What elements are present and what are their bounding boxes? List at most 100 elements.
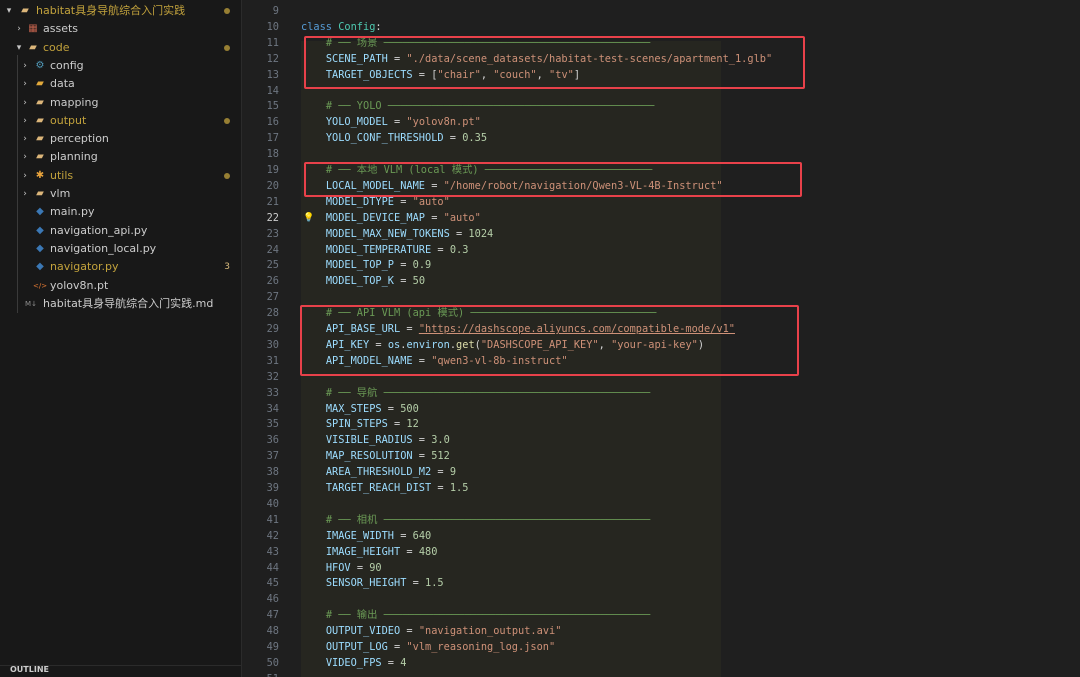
code-line[interactable]: 48 OUTPUT_VIDEO = "navigation_output.avi…: [243, 624, 1080, 640]
chevron-right-icon[interactable]: ›: [14, 20, 24, 38]
code-line[interactable]: 47 # ── 输出 ─────────────────────────────…: [243, 608, 1080, 624]
assets-folder-icon: ▦: [28, 23, 38, 35]
code-line[interactable]: 43 IMAGE_HEIGHT = 480: [243, 545, 1080, 561]
code-line[interactable]: 26 MODEL_TOP_K = 50: [243, 274, 1080, 290]
line-number: 42: [266, 529, 279, 542]
chevron-right-icon[interactable]: ›: [20, 130, 30, 148]
code-line[interactable]: 42 IMAGE_WIDTH = 640: [243, 529, 1080, 545]
folder-icon: ▰: [36, 96, 44, 108]
line-number: 44: [266, 561, 279, 574]
tree-item-data[interactable]: › ▰ data: [0, 75, 242, 93]
chevron-right-icon[interactable]: ›: [20, 148, 30, 166]
code-token: "vlm_reasoning_log.json": [406, 641, 556, 653]
code-line[interactable]: 21 MODEL_DTYPE = "auto": [243, 195, 1080, 211]
tree-item-utils[interactable]: › ✱ utils: [0, 167, 242, 185]
code-line[interactable]: 35 SPIN_STEPS = 12: [243, 417, 1080, 433]
code-line[interactable]: 18: [243, 147, 1080, 163]
code-line[interactable]: 22 💡 MODEL_DEVICE_MAP = "auto": [243, 211, 1080, 227]
line-number: 20: [266, 179, 279, 192]
code-text: MODEL_DTYPE = "auto": [301, 195, 450, 211]
tree-item-navigation-local-py[interactable]: ◆ navigation_local.py: [0, 240, 242, 258]
code-line[interactable]: 34 MAX_STEPS = 500: [243, 402, 1080, 418]
code-text: MODEL_TEMPERATURE = 0.3: [301, 243, 469, 259]
code-token: =: [449, 227, 469, 240]
code-line[interactable]: 36 VISIBLE_RADIUS = 3.0: [243, 433, 1080, 449]
tree-item-output[interactable]: › ▰ output: [0, 112, 242, 130]
code-token: =: [425, 211, 444, 224]
code-line[interactable]: 37 MAP_RESOLUTION = 512: [243, 449, 1080, 465]
code-line[interactable]: 44 HFOV = 90: [243, 561, 1080, 577]
code-editor[interactable]: 9 10 class Config: 11 # ── 场景 ─────────────…: [243, 0, 1080, 677]
tree-item-code[interactable]: ▾ ▰ code: [0, 39, 242, 57]
code-line[interactable]: 39 TARGET_REACH_DIST = 1.5: [243, 481, 1080, 497]
outline-panel-header[interactable]: OUTLINE: [0, 665, 242, 677]
code-line[interactable]: 41 # ── 相机 ─────────────────────────────…: [243, 513, 1080, 529]
code-line[interactable]: 27: [243, 290, 1080, 306]
code-line[interactable]: 38 AREA_THRESHOLD_M2 = 9: [243, 465, 1080, 481]
chevron-right-icon[interactable]: ›: [20, 185, 30, 203]
code-text: IMAGE_HEIGHT = 480: [301, 545, 438, 561]
code-line[interactable]: 50 VIDEO_FPS = 4: [243, 656, 1080, 672]
code-token: IMAGE_WIDTH: [325, 529, 395, 542]
code-token: =: [387, 418, 407, 431]
code-line[interactable]: 10 class Config:: [243, 20, 1080, 36]
chevron-right-icon[interactable]: ›: [20, 75, 30, 93]
code-token: "auto": [443, 211, 481, 224]
tree-item-navigator-py[interactable]: ◆ navigator.py 3: [0, 258, 242, 276]
tree-item-navigation-api-py[interactable]: ◆ navigation_api.py: [0, 222, 242, 240]
chevron-right-icon[interactable]: ›: [20, 57, 30, 75]
code-line[interactable]: 46: [243, 592, 1080, 608]
line-number: 32: [266, 370, 279, 383]
config-folder-icon: ⚙: [35, 59, 45, 71]
code-line[interactable]: 25 MODEL_TOP_P = 0.9: [243, 258, 1080, 274]
line-number: 13: [266, 68, 279, 81]
tree-item-label: utils: [50, 168, 74, 182]
code-token: 3.0: [431, 434, 450, 447]
line-number: 35: [266, 418, 279, 431]
code-text: AREA_THRESHOLD_M2 = 9: [301, 465, 456, 481]
tree-item-label: planning: [50, 150, 98, 164]
line-number: 17: [266, 132, 279, 145]
tree-item-planning[interactable]: › ▰ planning: [0, 148, 242, 166]
tree-item-yolov8n-pt[interactable]: </> yolov8n.pt: [0, 277, 242, 295]
code-line[interactable]: 16 YOLO_MODEL = "yolov8n.pt": [243, 115, 1080, 131]
line-number: 38: [266, 466, 279, 479]
code-line[interactable]: 51: [243, 672, 1080, 677]
line-number: 48: [266, 625, 279, 638]
modified-dot-icon: [224, 8, 230, 14]
code-text: VISIBLE_RADIUS = 3.0: [301, 433, 450, 449]
line-number: 27: [266, 291, 279, 304]
tree-item-mapping[interactable]: › ▰ mapping: [0, 94, 242, 112]
code-line[interactable]: 49 OUTPUT_LOG = "vlm_reasoning_log.json": [243, 640, 1080, 656]
tree-item-habitat-md[interactable]: M↓ habitat具身导航综合入门实践.md: [0, 295, 242, 313]
chevron-down-icon[interactable]: ▾: [14, 39, 24, 57]
code-line[interactable]: 40: [243, 497, 1080, 513]
tree-item-assets[interactable]: › ▦ assets: [0, 20, 242, 38]
code-line[interactable]: 33 # ── 导航 ─────────────────────────────…: [243, 386, 1080, 402]
tree-item-config[interactable]: › ⚙ config: [0, 57, 242, 75]
chevron-down-icon[interactable]: ▾: [4, 2, 14, 20]
tree-item-perception[interactable]: › ▰ perception: [0, 130, 242, 148]
tree-item-main-py[interactable]: ◆ main.py: [0, 203, 242, 221]
code-token: MODEL_MAX_NEW_TOKENS: [325, 227, 450, 240]
code-line[interactable]: 45 SENSOR_HEIGHT = 1.5: [243, 576, 1080, 592]
code-line[interactable]: 9: [243, 4, 1080, 20]
chevron-right-icon[interactable]: ›: [20, 167, 30, 185]
code-line[interactable]: 15 # ── YOLO ───────────────────────────…: [243, 99, 1080, 115]
code-line[interactable]: 23 MODEL_MAX_NEW_TOKENS = 1024: [243, 227, 1080, 243]
code-token: SPIN_STEPS: [325, 418, 388, 431]
chevron-right-icon[interactable]: ›: [20, 112, 30, 130]
chevron-right-icon[interactable]: ›: [20, 94, 30, 112]
highlight-box-api-vlm: [300, 305, 799, 376]
code-line[interactable]: 24 MODEL_TEMPERATURE = 0.3: [243, 243, 1080, 259]
code-token: MAP_RESOLUTION: [325, 450, 413, 463]
tree-item-vlm[interactable]: › ▰ vlm: [0, 185, 242, 203]
code-text: MODEL_TOP_P = 0.9: [301, 258, 431, 274]
tree-item-habitat[interactable]: ▾ ▰ habitat具身导航综合入门实践: [0, 2, 242, 20]
code-line[interactable]: 17 YOLO_CONF_THRESHOLD = 0.35: [243, 131, 1080, 147]
